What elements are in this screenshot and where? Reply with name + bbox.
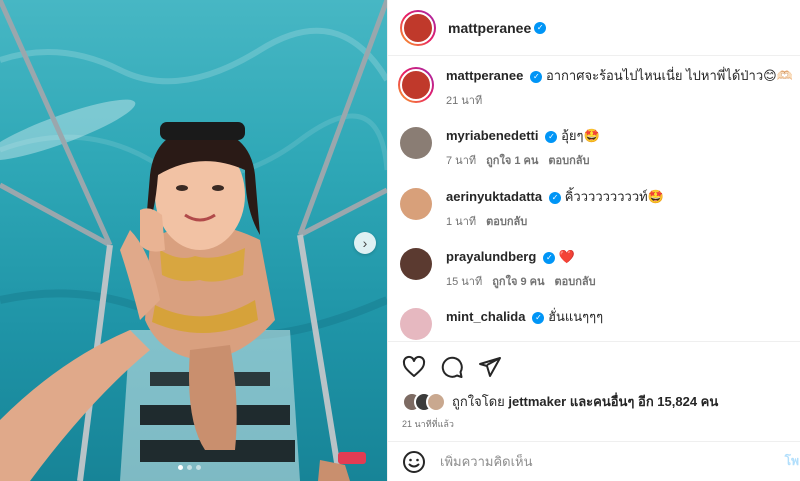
reply-button[interactable]: ตอบกลับ [486, 212, 527, 230]
carousel-dot-2 [187, 465, 192, 470]
comment-text: อุ้ยๆ🤩 [561, 128, 600, 143]
comment-text: คิ้วววววววววท์🤩 [564, 189, 664, 204]
comment-item: mint_chalida ✓ ฮั่นแนๆๆๆ [400, 308, 603, 340]
commenter-avatar[interactable] [400, 127, 432, 159]
post-side-panel: mattperanee ✓ mattperanee ✓ อากาศจะร้อนไป… [387, 0, 800, 481]
comment-likes[interactable]: ถูกใจ 1 คน [486, 151, 538, 169]
post-photo[interactable]: › [0, 0, 387, 481]
comment-text: ฮั่นแนๆๆๆ [548, 309, 604, 324]
caption-text: อากาศจะร้อนไปไหนเนี่ย ไปหาพี่ได้ป่าว😊🫶🏻 [545, 68, 793, 83]
comment-likes[interactable]: ถูกใจ 9 คน [492, 272, 544, 290]
likes-user[interactable]: jettmaker [508, 394, 566, 409]
likes-summary: ถูกใจโดย jettmaker และคนอื่นๆ อีก 15,824… [402, 391, 718, 412]
caption-username[interactable]: mattperanee [446, 68, 523, 83]
post-header: mattperanee ✓ [388, 0, 800, 56]
share-icon[interactable] [478, 355, 502, 379]
comment-username[interactable]: mint_chalida [446, 309, 525, 324]
post-comment-button[interactable]: โพ [785, 452, 799, 471]
comment-time[interactable]: 1 นาที [446, 212, 476, 230]
posted-time[interactable]: 21 นาทีที่แล้ว [402, 417, 454, 431]
caption-time[interactable]: 21 นาที [446, 91, 482, 109]
comments-list[interactable]: mattperanee ✓ อากาศจะร้อนไปไหนเนี่ย ไปหาพ… [388, 57, 800, 340]
comment-username[interactable]: myriabenedetti [446, 128, 538, 143]
verified-icon: ✓ [549, 191, 562, 204]
commenter-avatar[interactable] [400, 308, 432, 340]
comment-time[interactable]: 15 นาที [446, 272, 482, 290]
comment-icon[interactable] [440, 355, 464, 379]
add-comment-bar: โพ [388, 441, 800, 481]
comment-username[interactable]: aerinyuktadatta [446, 189, 542, 204]
commenter-avatar[interactable] [400, 188, 432, 220]
emoji-icon[interactable] [402, 450, 426, 474]
comment-input[interactable] [440, 454, 760, 469]
commenter-avatar[interactable] [400, 248, 432, 280]
verified-icon: ✓ [545, 130, 558, 143]
comment-item: prayalundberg ✓ ❤️ 15 นาที ถูกใจ 9 คน ตอบ… [400, 248, 596, 290]
comment-username[interactable]: prayalundberg [446, 249, 536, 264]
liker-avatars[interactable] [402, 391, 446, 412]
heart-icon[interactable] [402, 355, 426, 379]
carousel-dots [178, 465, 201, 470]
carousel-dot-1 [178, 465, 183, 470]
likes-count[interactable]: และคนอื่นๆ อีก 15,824 คน [570, 391, 718, 412]
comment-item: myriabenedetti ✓ อุ้ยๆ🤩 7 นาที ถูกใจ 1 คน… [400, 127, 600, 169]
reply-button[interactable]: ตอบกลับ [555, 272, 596, 290]
verified-icon: ✓ [530, 70, 543, 83]
post-actions [388, 341, 800, 391]
photo-illustration [0, 0, 387, 481]
likes-prefix: ถูกใจโดย [452, 394, 505, 409]
comment-time[interactable]: 7 นาที [446, 151, 476, 169]
comment-text: ❤️ [558, 249, 576, 264]
author-username[interactable]: mattperanee [448, 20, 531, 36]
verified-icon: ✓ [532, 311, 545, 324]
verified-icon: ✓ [534, 21, 547, 34]
carousel-dot-3 [196, 465, 201, 470]
carousel-next-button[interactable]: › [354, 232, 376, 254]
comment-item: aerinyuktadatta ✓ คิ้วววววววววท์🤩 1 นาที … [400, 188, 664, 230]
caption-avatar[interactable] [398, 67, 434, 103]
author-avatar[interactable] [400, 9, 436, 46]
verified-icon: ✓ [543, 251, 556, 264]
caption: mattperanee ✓ อากาศจะร้อนไปไหนเนี่ย ไปหาพ… [398, 67, 793, 109]
reply-button[interactable]: ตอบกลับ [548, 151, 589, 169]
